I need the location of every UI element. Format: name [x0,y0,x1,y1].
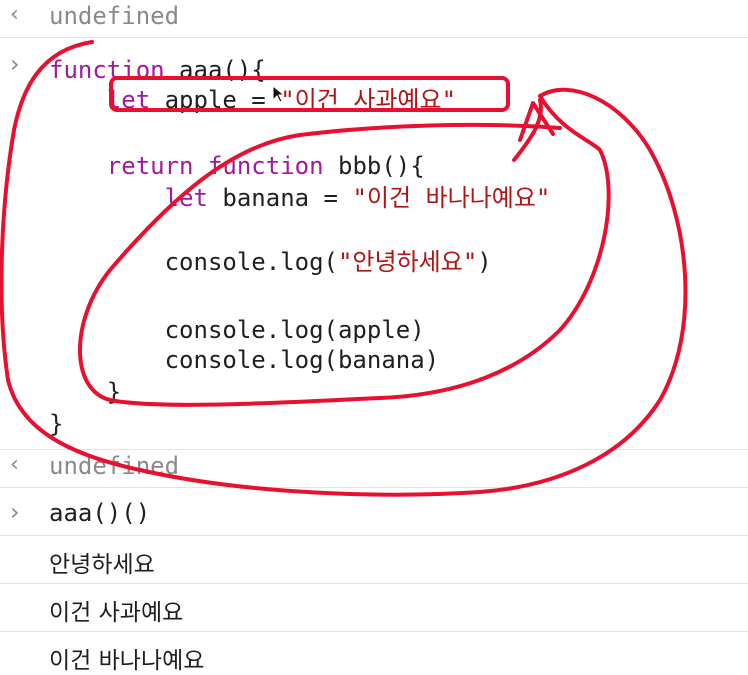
code-keyword: let [49,184,208,212]
code-token: aaa(){ [164,56,266,84]
console-command-row[interactable]: › aaa()() [0,488,748,536]
code-line: } [49,408,63,440]
code-string: "이건 바나나예요" [352,184,551,212]
log-message: 안녕하세요 [49,552,155,578]
code-line: return function bbb(){ [49,150,425,182]
devtools-console: ‹ undefined › function aaa(){ let apple … [0,0,748,675]
chevron-right-icon: › [10,498,20,526]
log-message: 이건 사과예요 [49,600,184,626]
code-line: console.log("안녕하세요") [49,246,492,278]
code-token: ) [477,248,492,276]
return-arrow-icon: ‹ [10,452,19,477]
code-line: let banana = "이건 바나나예요" [49,182,551,214]
code-keyword: function [49,56,165,84]
code-token: console.log(banana) [49,346,440,374]
code-token: apple = [150,86,281,114]
code-line: console.log(apple) [49,314,425,346]
code-token: } [49,378,122,406]
code-token: } [49,410,64,438]
code-line: } [49,376,121,408]
console-log-row: 안녕하세요 [0,536,748,584]
code-keyword: return function [49,152,324,180]
chevron-right-icon: › [10,50,20,78]
code-token: banana = [207,184,353,212]
console-log-row: 이건 사과예요 [0,584,748,632]
result-value: undefined [49,2,180,30]
code-line: let apple = "이건 사과예요" [49,84,456,116]
log-message: 이건 바나나예요 [49,648,205,674]
console-result-row: ‹ undefined [0,450,748,488]
code-keyword: let [49,86,151,114]
console-result-row: ‹ undefined [0,0,748,38]
mouse-cursor-icon [272,84,286,107]
console-input-entry[interactable]: › function aaa(){ let apple = "이건 사과예요" … [0,38,748,450]
code-token: bbb(){ [323,152,425,180]
return-arrow-icon: ‹ [10,2,19,27]
result-value: undefined [49,452,180,480]
code-line: function aaa(){ [49,54,266,86]
command-text: aaa()() [49,499,151,527]
code-string: "안녕하세요" [337,248,478,276]
code-token: console.log( [49,248,338,276]
code-line: console.log(banana) [49,344,440,376]
code-string: "이건 사과예요" [280,86,457,114]
code-token: console.log(apple) [49,316,425,344]
console-log-row: 이건 바나나예요 [0,632,748,675]
